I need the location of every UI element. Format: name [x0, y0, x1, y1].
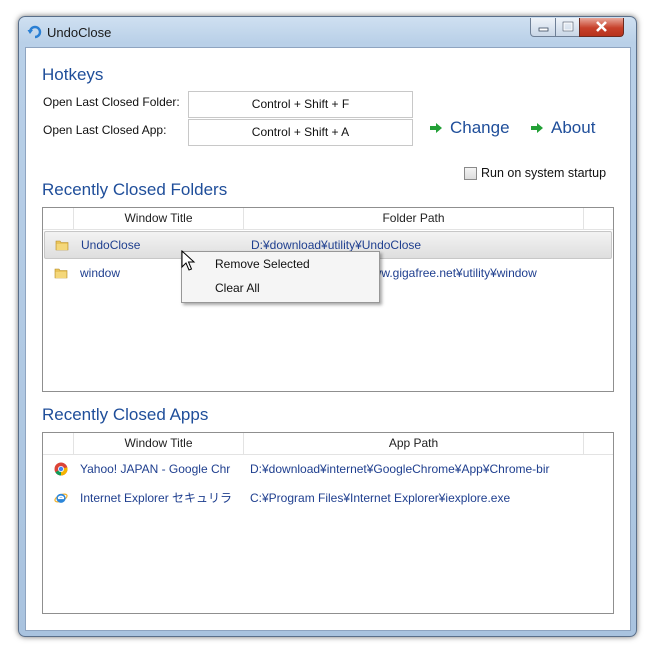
icon-column-header	[43, 208, 74, 229]
about-button[interactable]: About	[529, 117, 609, 139]
hotkeys-heading: Hotkeys	[42, 65, 104, 84]
column-header-window-title[interactable]: Window Title	[74, 433, 244, 454]
icon-column-header	[43, 433, 74, 454]
open-app-label: Open Last Closed App:	[43, 123, 167, 137]
ie-icon	[54, 493, 68, 503]
apps-table-header: Window Title App Path	[43, 433, 613, 455]
change-label: Change	[450, 118, 510, 137]
row-folder-path: www.gigafree.net¥utility¥window	[364, 266, 537, 280]
table-row[interactable]: Yahoo! JAPAN - Google Chr D:¥download¥in…	[44, 456, 612, 482]
table-row[interactable]: Internet Explorer セキュリラ C:¥Program Files…	[44, 485, 612, 511]
column-header-app-path[interactable]: App Path	[244, 433, 584, 454]
green-arrow-icon	[531, 123, 543, 133]
folder-icon	[54, 268, 68, 279]
window-title: UndoClose	[47, 25, 112, 40]
column-header-folder-path[interactable]: Folder Path	[244, 208, 584, 229]
change-button[interactable]: Change	[428, 117, 510, 139]
startup-checkbox[interactable]	[464, 167, 477, 180]
column-header-window-title[interactable]: Window Title	[74, 208, 244, 229]
app-hotkey-field[interactable]: Control + Shift + A	[188, 119, 413, 146]
minimize-icon	[538, 27, 549, 32]
maximize-icon	[562, 21, 574, 32]
about-label: About	[551, 118, 596, 137]
context-menu: Remove Selected Clear All	[181, 251, 380, 303]
row-window-title: Yahoo! JAPAN - Google Chr	[80, 462, 231, 476]
green-arrow-icon	[430, 123, 442, 133]
undo-arrow-icon	[27, 25, 42, 39]
close-button[interactable]	[579, 18, 624, 37]
open-folder-label: Open Last Closed Folder:	[43, 95, 180, 109]
menu-item-clear-all[interactable]: Clear All	[215, 281, 260, 295]
title-bar[interactable]: UndoClose	[19, 17, 636, 47]
client-area: Hotkeys Open Last Closed Folder: Control…	[25, 47, 631, 631]
folders-heading: Recently Closed Folders	[42, 180, 228, 199]
close-icon	[596, 21, 607, 32]
row-window-title: Internet Explorer セキュリラ	[80, 491, 233, 505]
folder-icon	[55, 240, 69, 251]
chrome-icon	[54, 462, 68, 476]
minimize-button[interactable]	[530, 18, 557, 37]
maximize-button[interactable]	[555, 18, 581, 37]
apps-heading: Recently Closed Apps	[42, 405, 209, 424]
folders-table-header: Window Title Folder Path	[43, 208, 613, 230]
menu-item-remove-selected[interactable]: Remove Selected	[215, 257, 310, 271]
row-app-path: C:¥Program Files¥Internet Explorer¥iexpl…	[250, 491, 511, 505]
apps-table[interactable]: Window Title App Path Yahoo! JAPAN - Goo…	[42, 432, 614, 614]
mouse-cursor-icon	[181, 250, 196, 271]
startup-label: Run on system startup	[481, 166, 607, 180]
app-window: UndoClose Hotkeys Open Last Closed Folde…	[18, 16, 637, 637]
folder-hotkey-field[interactable]: Control + Shift + F	[188, 91, 413, 118]
row-app-path: D:¥download¥internet¥GoogleChrome¥App¥Ch…	[250, 462, 550, 476]
